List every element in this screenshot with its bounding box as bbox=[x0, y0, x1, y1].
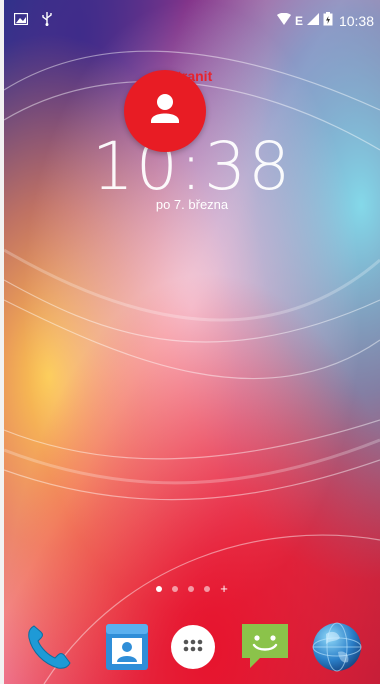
network-type-label: E bbox=[294, 13, 303, 28]
image-notification-icon bbox=[13, 12, 29, 28]
usb-icon bbox=[42, 12, 52, 29]
status-bar: E 10:38 bbox=[4, 0, 380, 40]
browser-icon bbox=[308, 622, 366, 680]
page-dot-4[interactable] bbox=[204, 586, 211, 592]
lock-clock-date: po 7. března bbox=[155, 197, 229, 212]
dragged-contact-widget[interactable] bbox=[124, 70, 206, 152]
all-apps-icon bbox=[164, 625, 222, 680]
signal-icon bbox=[306, 13, 319, 28]
page-dot-2[interactable] bbox=[172, 586, 179, 592]
phone-icon bbox=[20, 625, 78, 680]
status-clock: 10:38 bbox=[338, 12, 374, 29]
page-dot-1[interactable] bbox=[156, 586, 163, 592]
wifi-icon bbox=[276, 12, 291, 28]
page-indicator: + bbox=[4, 582, 380, 595]
contacts-icon bbox=[98, 624, 156, 680]
page-dot-3[interactable] bbox=[188, 586, 195, 592]
browser-app-button[interactable] bbox=[308, 618, 366, 676]
messaging-icon bbox=[236, 624, 294, 680]
contacts-app-button[interactable] bbox=[98, 618, 156, 676]
home-screen: E 10:38 Odstranit 10:38 po 7. března bbox=[4, 0, 380, 684]
add-page-button[interactable]: + bbox=[220, 582, 228, 595]
messaging-app-button[interactable] bbox=[236, 618, 294, 676]
person-icon bbox=[143, 87, 187, 136]
dock bbox=[4, 606, 380, 684]
all-apps-button[interactable] bbox=[164, 618, 222, 676]
phone-app-button[interactable] bbox=[20, 618, 78, 676]
battery-icon bbox=[323, 12, 333, 29]
